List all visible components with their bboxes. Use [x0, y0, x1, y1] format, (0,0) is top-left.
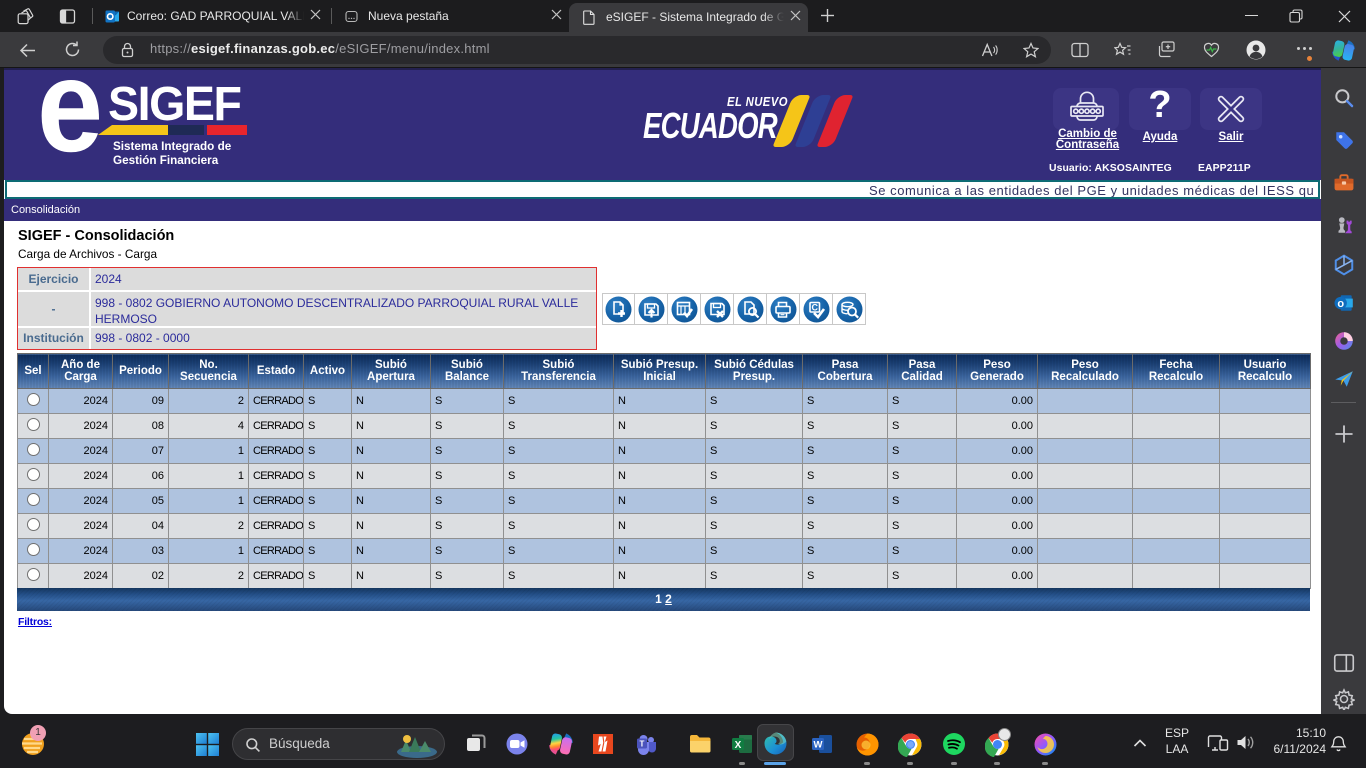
svg-text:o: o [1337, 298, 1344, 310]
svg-text:T: T [640, 740, 645, 749]
svg-text:C: C [811, 302, 818, 312]
svg-text:W: W [814, 740, 823, 751]
svg-text:X: X [735, 740, 742, 751]
